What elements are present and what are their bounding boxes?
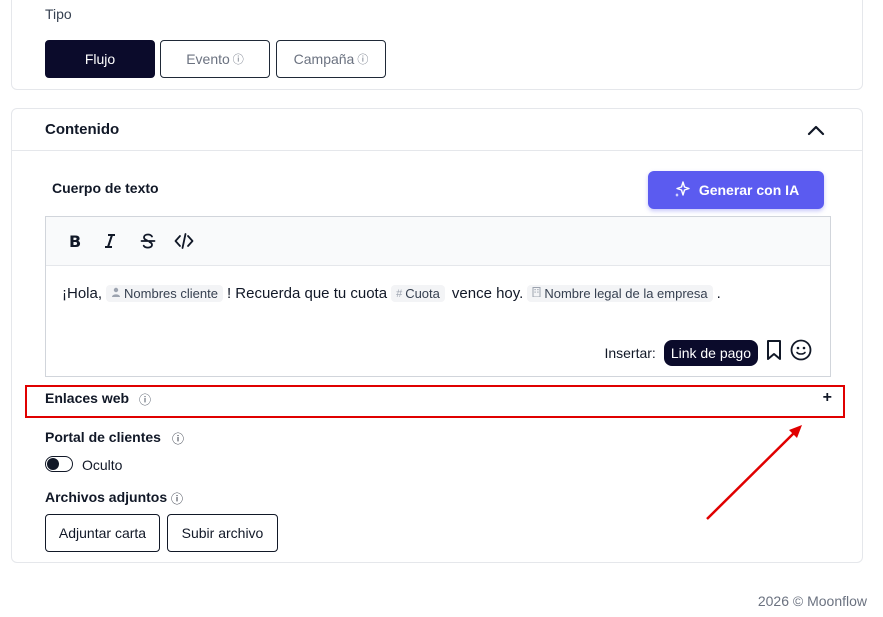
bookmark-icon[interactable] [766, 339, 782, 366]
info-icon: ⓘ [171, 492, 184, 506]
highlight-box [25, 385, 845, 418]
toggle-knob [47, 458, 59, 470]
footer-copyright: 2026 © Moonflow [757, 593, 867, 609]
body-text-label: Cuerpo de texto [52, 180, 159, 196]
person-icon [111, 287, 121, 300]
portal-visibility-toggle[interactable] [45, 456, 73, 472]
type-button-label: Campaña [293, 51, 355, 67]
attachments-label: Archivos adjuntos [45, 489, 168, 505]
contenido-header[interactable]: Contenido [12, 109, 862, 151]
upload-file-button[interactable]: Subir archivo [167, 514, 278, 552]
italic-icon[interactable] [98, 229, 122, 253]
tipo-label: Tipo [45, 6, 72, 22]
text-segment: vence hoy. [451, 285, 524, 302]
info-icon: ⓘ [357, 54, 369, 66]
bold-icon[interactable]: B [62, 229, 86, 253]
generate-ai-button[interactable]: Generar con IA [648, 171, 824, 209]
building-icon [532, 287, 541, 300]
info-icon: ⓘ [172, 432, 185, 446]
insert-label: Insertar: [604, 344, 656, 361]
editor-toolbar: B [46, 217, 830, 266]
section-title: Contenido [45, 121, 120, 138]
generate-ai-label: Generar con IA [698, 182, 800, 198]
insert-payment-link-button[interactable]: Link de pago [663, 339, 758, 366]
insert-row: Insertar: Link de pago [604, 339, 812, 366]
type-button-label: Flujo [84, 51, 116, 67]
text-segment: ¡Hola, [62, 285, 103, 302]
variable-chip-company[interactable]: Nombre legal de la empresa [527, 285, 713, 302]
type-button-flujo[interactable]: Flujo [45, 40, 155, 78]
variable-chip-client[interactable]: Nombres cliente [106, 285, 223, 302]
attach-letter-button[interactable]: Adjuntar carta [45, 514, 160, 552]
svg-text:B: B [69, 233, 81, 249]
code-icon[interactable] [172, 229, 196, 253]
type-button-label: Evento [186, 51, 230, 67]
emoji-icon[interactable] [790, 339, 812, 366]
editor-content[interactable]: ¡Hola, Nombres cliente ! Recuerda que tu… [62, 285, 721, 302]
chip-label: Cuota [405, 286, 440, 301]
chip-label: Nombre legal de la empresa [544, 286, 708, 301]
client-portal-label: Portal de clientes [45, 429, 161, 445]
text-segment: ! Recuerda que tu cuota [226, 285, 388, 302]
type-button-campana[interactable]: Campaña ⓘ [276, 40, 386, 78]
variable-chip-cuota[interactable]: # Cuota [391, 285, 445, 302]
strikethrough-icon[interactable] [136, 229, 160, 253]
type-button-evento[interactable]: Evento ⓘ [160, 40, 270, 78]
text-segment: . [716, 285, 721, 302]
info-icon: ⓘ [232, 54, 244, 66]
rich-text-editor[interactable]: B ¡Hola, Nombres cliente ! Recuerda que … [45, 216, 831, 377]
sparkles-icon [673, 180, 691, 201]
hash-icon: # [396, 287, 403, 300]
contenido-card: Contenido Cuerpo de texto Generar con IA… [11, 108, 863, 563]
chip-label: Nombres cliente [124, 286, 218, 301]
toggle-state-label: Oculto [82, 457, 123, 473]
chevron-up-icon[interactable] [806, 121, 826, 141]
